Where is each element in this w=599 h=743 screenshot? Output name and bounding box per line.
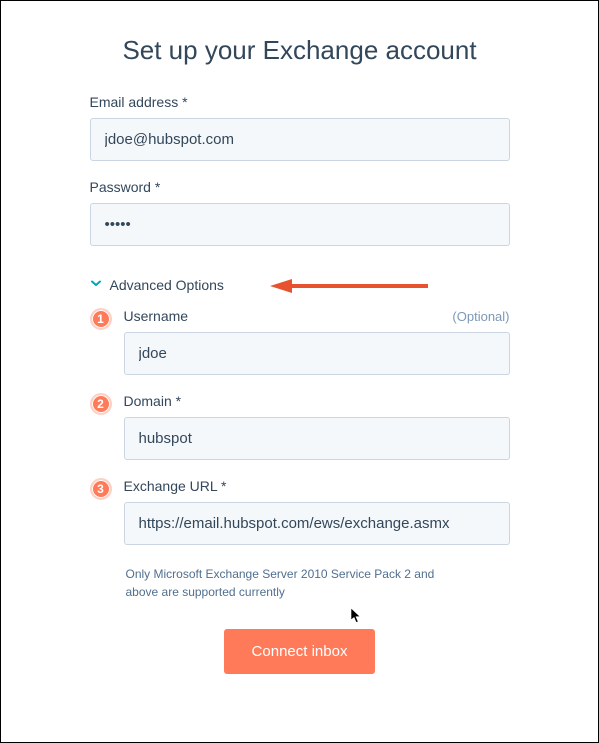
badge-1: 1 — [90, 308, 112, 330]
password-field-group: Password * — [90, 179, 510, 246]
domain-input[interactable] — [124, 417, 510, 460]
email-input[interactable] — [90, 118, 510, 161]
domain-field-group: 2 Domain * — [90, 393, 510, 460]
page-title: Set up your Exchange account — [90, 35, 510, 66]
advanced-options-toggle[interactable]: Advanced Options — [90, 276, 510, 294]
username-optional: (Optional) — [452, 309, 509, 324]
exchange-url-input[interactable] — [124, 502, 510, 545]
domain-label: Domain * — [124, 393, 510, 409]
annotation-arrow-icon — [270, 278, 430, 299]
chevron-down-icon — [90, 276, 102, 294]
advanced-options-label: Advanced Options — [110, 277, 224, 293]
connect-inbox-button[interactable]: Connect inbox — [224, 629, 376, 674]
badge-3: 3 — [90, 478, 112, 500]
username-field-group: 1 Username (Optional) — [90, 308, 510, 375]
password-label: Password * — [90, 179, 510, 195]
password-input[interactable] — [90, 203, 510, 246]
email-field-group: Email address * — [90, 94, 510, 161]
cursor-pointer-icon — [350, 607, 364, 630]
badge-2: 2 — [90, 393, 112, 415]
help-text: Only Microsoft Exchange Server 2010 Serv… — [126, 565, 466, 601]
exchange-url-label: Exchange URL * — [124, 478, 510, 494]
username-label: Username — [124, 308, 189, 324]
username-input[interactable] — [124, 332, 510, 375]
exchange-url-field-group: 3 Exchange URL * — [90, 478, 510, 545]
email-label: Email address * — [90, 94, 510, 110]
